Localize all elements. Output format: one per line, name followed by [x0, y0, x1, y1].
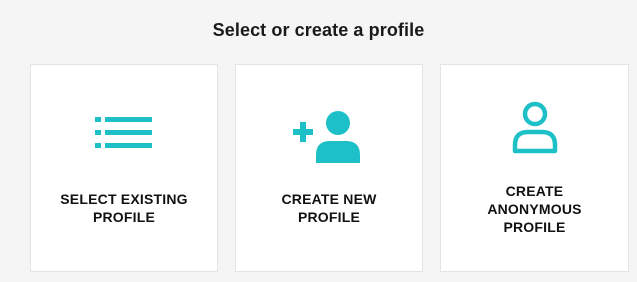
create-anonymous-profile-button[interactable]: CREATE ANONYMOUS PROFILE [440, 64, 629, 272]
create-new-profile-label: CREATE NEW PROFILE [281, 191, 377, 225]
create-new-profile-button[interactable]: CREATE NEW PROFILE [235, 64, 423, 272]
create-anonymous-profile-label: CREATE ANONYMOUS PROFILE [487, 183, 582, 235]
profile-selection-page: Select or create a profile SELECT EXISTI… [0, 0, 637, 282]
user-outline-icon [512, 101, 557, 154]
page-title: Select or create a profile [212, 20, 425, 40]
profile-options: SELECT EXISTING PROFILE CREATE NEW PROFI… [30, 64, 630, 274]
add-user-icon [293, 111, 360, 163]
select-existing-profile-button[interactable]: SELECT EXISTING PROFILE [30, 64, 218, 272]
list-icon [95, 117, 152, 148]
select-existing-profile-label: SELECT EXISTING PROFILE [60, 191, 188, 225]
